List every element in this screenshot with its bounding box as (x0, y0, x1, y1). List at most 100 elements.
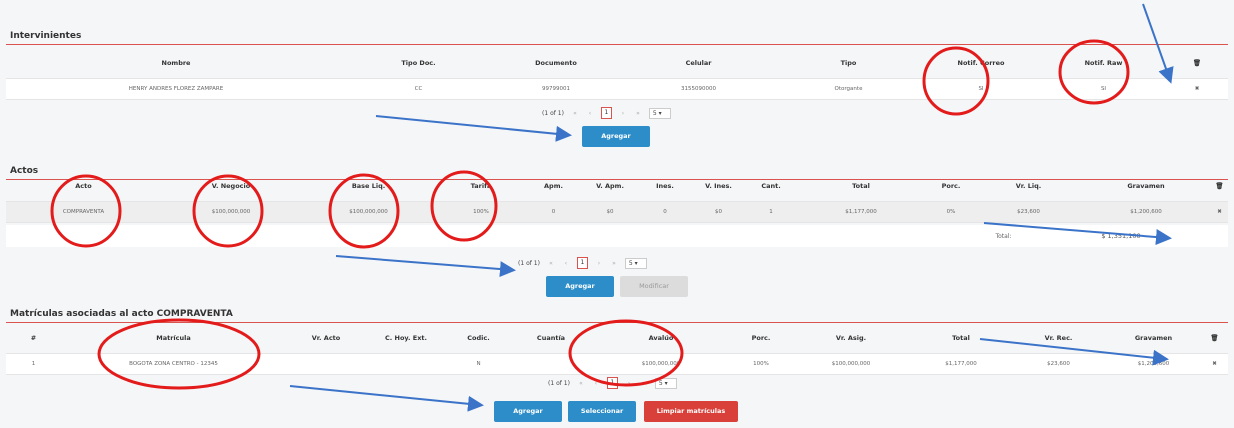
col-header-index: # (30, 334, 37, 342)
rows-per-page-value: 5 (652, 109, 657, 117)
prev-page-icon[interactable]: ‹ (562, 260, 570, 267)
page-info: (1 of 1) (518, 259, 540, 267)
prev-page-icon[interactable]: ‹ (592, 380, 600, 387)
cell-base-liq[interactable]: $100,000,000 (301, 209, 436, 215)
col-header-vr-acto[interactable]: Vr. Acto (286, 334, 366, 342)
matriculas-title: Matrículas asociadas al acto COMPRAVENTA (10, 309, 233, 319)
first-page-icon[interactable]: « (547, 260, 555, 267)
last-page-icon[interactable]: » (640, 380, 648, 387)
next-page-icon[interactable]: › (625, 380, 633, 387)
cell-notif-raw[interactable]: SI (1041, 86, 1166, 92)
add-acto-button[interactable]: Agregar (546, 276, 614, 297)
col-header-cant[interactable]: Cant. (746, 182, 796, 190)
col-header-tipo-doc[interactable]: Tipo Doc. (346, 59, 491, 67)
col-header-porc[interactable]: Porc. (926, 182, 976, 190)
intervinientes-section: Intervinientes (6, 30, 1228, 45)
col-header-v-ines[interactable]: V. Ines. (691, 182, 746, 190)
total-value: $ 1,351,100 (1101, 232, 1141, 240)
trash-icon[interactable]: 🗑 (1211, 182, 1228, 190)
col-header-vr-asig[interactable]: Vr. Asig. (791, 334, 911, 342)
select-matricula-button[interactable]: Seleccionar (568, 401, 636, 422)
cell-gravamen: $1,200,600 (1137, 361, 1170, 367)
next-page-icon[interactable]: › (619, 110, 627, 117)
col-header-notif-raw[interactable]: Notif. Raw (1041, 59, 1166, 67)
col-header-c-hoy-ext[interactable]: C. Hoy. Ext. (366, 334, 446, 342)
first-page-icon[interactable]: « (571, 110, 579, 117)
col-header-codic[interactable]: Codic. (446, 334, 511, 342)
col-header-tarifa[interactable]: Tarifa (436, 182, 526, 190)
col-header-porc[interactable]: Porc. (731, 334, 791, 342)
actos-header-row: Acto V. Negocio Base Liq. Tarifa Apm. V.… (6, 171, 1228, 201)
col-header-total[interactable]: Total (911, 334, 1011, 342)
col-header-tipo[interactable]: Tipo (776, 59, 921, 67)
col-header-gravamen[interactable]: Gravamen (1081, 182, 1211, 190)
col-header-vr-liq[interactable]: Vr. Liq. (976, 182, 1081, 190)
rows-per-page-select[interactable]: 5 ▾ (654, 377, 677, 389)
clear-matriculas-button[interactable]: Limpiar matrículas (644, 401, 738, 422)
matriculas-paginator: (1 of 1) « ‹ 1 › » 5 ▾ (548, 377, 677, 389)
actos-total-row: Total: $ 1,351,100 (6, 225, 1228, 247)
annotation-arrow (289, 385, 484, 412)
actos-paginator: (1 of 1) « ‹ 1 › » 5 ▾ (518, 257, 647, 269)
next-page-icon[interactable]: › (595, 260, 603, 267)
page-info: (1 of 1) (548, 379, 570, 387)
cell-porc: 0% (946, 209, 956, 215)
col-header-avaluo[interactable]: Avalúo (591, 334, 731, 342)
delete-x-icon[interactable]: ✖ (1211, 209, 1228, 215)
col-header-ines[interactable]: Ines. (639, 182, 691, 190)
rows-per-page-select[interactable]: 5 ▾ (648, 107, 671, 119)
cell-matricula[interactable]: BOGOTA ZONA CENTRO - 12345 (61, 361, 286, 367)
cell-documento: 99799001 (542, 86, 570, 92)
cell-acto: COMPRAVENTA (62, 209, 105, 215)
page-number-button[interactable]: 1 (600, 107, 612, 119)
col-header-v-negocio[interactable]: V. Negocio (161, 182, 301, 190)
prev-page-icon[interactable]: ‹ (586, 110, 594, 117)
first-page-icon[interactable]: « (577, 380, 585, 387)
cell-vr-rec: $23,600 (1047, 361, 1070, 367)
modify-acto-button[interactable]: Modificar (620, 276, 688, 297)
rows-per-page-select[interactable]: 5 ▾ (624, 257, 647, 269)
last-page-icon[interactable]: » (610, 260, 618, 267)
cell-avaluo[interactable]: $100,000,000 (591, 361, 731, 367)
last-page-icon[interactable]: » (634, 110, 642, 117)
cell-cant: 1 (769, 209, 773, 215)
trash-icon[interactable]: 🗑 (1166, 59, 1228, 67)
intervinientes-title: Intervinientes (10, 31, 82, 41)
cell-apm: 0 (551, 209, 556, 215)
col-header-matricula[interactable]: Matrícula (61, 334, 286, 342)
add-matricula-button[interactable]: Agregar (494, 401, 562, 422)
cell-total: $1,177,000 (845, 209, 877, 215)
col-header-celular[interactable]: Celular (621, 59, 776, 67)
add-interviniente-button[interactable]: Agregar (582, 126, 650, 147)
page-number-button[interactable]: 1 (606, 377, 618, 389)
cell-v-negocio[interactable]: $100,000,000 (161, 209, 301, 215)
col-header-acto[interactable]: Acto (6, 182, 161, 190)
col-header-v-apm[interactable]: V. Apm. (581, 182, 639, 190)
col-header-total[interactable]: Total (796, 182, 926, 190)
delete-x-icon[interactable]: ✖ (1166, 86, 1228, 92)
intervinientes-paginator: (1 of 1) « ‹ 1 › » 5 ▾ (542, 107, 671, 119)
table-row[interactable]: COMPRAVENTA $100,000,000 $100,000,000 10… (6, 201, 1228, 223)
trash-icon[interactable]: 🗑 (1201, 334, 1228, 342)
cell-total: $1,177,000 (945, 361, 977, 367)
intervinientes-divider (6, 44, 1228, 45)
col-header-gravamen[interactable]: Gravamen (1106, 334, 1201, 342)
matriculas-header-row: # Matrícula Vr. Acto C. Hoy. Ext. Codic.… (6, 323, 1228, 353)
table-row[interactable]: 1 BOGOTA ZONA CENTRO - 12345 N $100,000,… (6, 353, 1228, 375)
table-row[interactable]: HENRY ANDRES FLOREZ ZAMPARE CC 99799001 … (6, 78, 1228, 100)
cell-tipo-doc: CC (414, 86, 423, 92)
col-header-nombre[interactable]: Nombre (6, 59, 346, 67)
delete-x-icon[interactable]: ✖ (1201, 361, 1228, 367)
col-header-vr-rec[interactable]: Vr. Rec. (1011, 334, 1106, 342)
cell-notif-correo[interactable]: SI (921, 86, 1041, 92)
col-header-notif-correo[interactable]: Notif. Correo (921, 59, 1041, 67)
cell-gravamen: $1,200,600 (1130, 209, 1162, 215)
col-header-apm[interactable]: Apm. (526, 182, 581, 190)
col-header-documento[interactable]: Documento (491, 59, 621, 67)
cell-v-ines: $0 (715, 209, 722, 215)
cell-ines: 0 (663, 209, 667, 215)
col-header-base-liq[interactable]: Base Liq. (301, 182, 436, 190)
col-header-cuantia[interactable]: Cuantía (511, 334, 591, 342)
cell-tarifa[interactable]: 100% (436, 209, 526, 215)
page-number-button[interactable]: 1 (576, 257, 588, 269)
